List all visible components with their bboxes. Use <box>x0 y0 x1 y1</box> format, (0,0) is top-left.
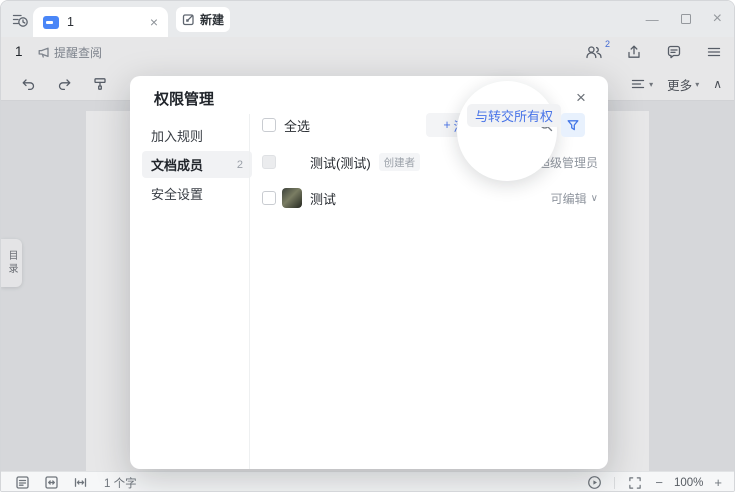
sidebar-item-label: 文档成员 <box>151 155 203 174</box>
fit-page-icon <box>44 475 59 490</box>
select-all-row: 全选 <box>262 117 310 133</box>
compose-icon <box>182 13 195 26</box>
sidebar-item-members[interactable]: 文档成员 2 <box>142 151 252 178</box>
creator-badge: 创建者 <box>379 153 421 171</box>
document-tab[interactable]: 1 × <box>33 7 168 37</box>
sidebar-item-label: 安全设置 <box>151 184 203 203</box>
sidebar-item-label: 加入规则 <box>151 126 203 145</box>
chevron-down-icon: ∨ <box>591 193 598 204</box>
member-count: 2 <box>237 159 243 171</box>
modal-title: 权限管理 <box>154 88 214 109</box>
recent-documents-button[interactable] <box>8 8 32 32</box>
page-width-icon <box>73 475 88 490</box>
select-all-label: 全选 <box>284 116 310 135</box>
filter-icon <box>566 118 580 132</box>
member-role-label: 可编辑 <box>551 190 587 207</box>
member-avatar <box>282 188 302 208</box>
member-name: 测试 <box>310 189 336 208</box>
select-all-checkbox[interactable] <box>262 118 276 132</box>
outline-view-button[interactable] <box>13 474 31 492</box>
sidebar-item-join-rules[interactable]: 加入规则 <box>142 122 252 149</box>
play-circle-icon <box>587 475 602 490</box>
fit-page-button[interactable] <box>42 474 60 492</box>
plus-icon: + <box>443 118 450 132</box>
fullscreen-icon <box>628 476 642 490</box>
tab-close-icon[interactable]: × <box>150 15 158 29</box>
zoom-out-button[interactable]: − <box>655 476 663 489</box>
outline-view-icon <box>15 475 30 490</box>
zoom-in-button[interactable]: + <box>714 476 722 489</box>
tab-bar: 1 × 新建 — × <box>1 1 734 37</box>
maximize-icon[interactable] <box>681 14 691 24</box>
filter-members-button[interactable] <box>561 113 585 137</box>
member-checkbox[interactable] <box>262 191 276 205</box>
member-row: 测试 可编辑 ∨ <box>262 185 598 211</box>
member-checkbox <box>262 155 276 169</box>
new-tab-button[interactable]: 新建 <box>176 7 230 32</box>
sidebar-divider <box>249 114 250 469</box>
divider <box>614 477 615 489</box>
close-icon[interactable]: × <box>713 11 722 27</box>
zoom-level: 100% <box>674 477 703 489</box>
document-icon <box>43 16 59 29</box>
tab-label: 1 <box>67 15 74 29</box>
status-bar-right: − 100% + <box>585 474 722 492</box>
permission-modal: 权限管理 × 加入规则 文档成员 2 安全设置 全选 + 添加 <box>130 76 608 469</box>
autoplay-button[interactable] <box>585 474 603 492</box>
window-controls: — × <box>646 1 722 37</box>
member-role-dropdown[interactable]: 可编辑 ∨ <box>551 190 598 207</box>
modal-close-icon[interactable]: × <box>570 86 592 108</box>
recent-documents-icon <box>11 11 29 29</box>
minimize-icon[interactable]: — <box>646 12 659 27</box>
guide-tooltip: 与转交所有权 <box>467 104 561 127</box>
sidebar-item-security[interactable]: 安全设置 <box>142 180 252 207</box>
member-avatar <box>282 152 302 172</box>
word-count: 1 个字 <box>104 475 137 491</box>
app-window: 1 × 新建 — × 1 提醒查阅 <box>0 0 735 492</box>
status-bar: 1 个字 − 100% + <box>1 471 734 492</box>
new-tab-label: 新建 <box>200 11 224 28</box>
fullscreen-button[interactable] <box>626 474 644 492</box>
page-width-button[interactable] <box>71 474 89 492</box>
member-name: 测试(测试) <box>310 153 371 172</box>
